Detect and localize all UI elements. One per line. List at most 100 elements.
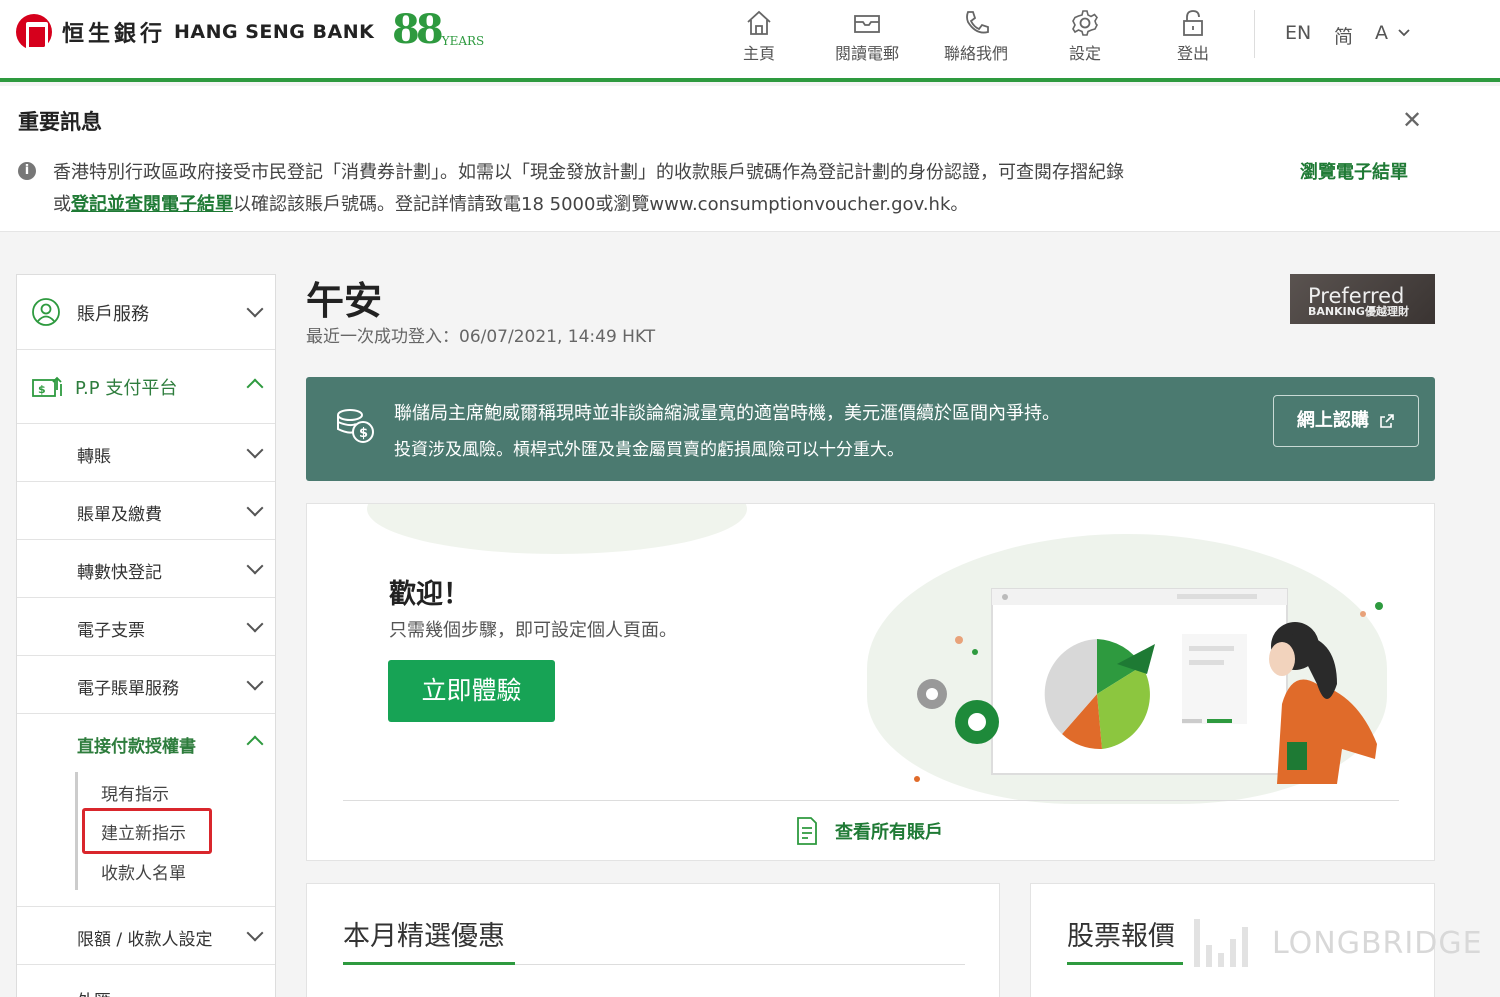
top-header: 恒生銀行 HANG SENG BANK 88 YEARS 主頁 閱讀電郵 聯絡我… — [0, 0, 1500, 82]
promotions-title: 本月精選優惠 — [343, 921, 505, 952]
browse-estatement-link[interactable]: 瀏覽電子結單 — [1300, 158, 1408, 184]
banner-headline: 聯儲局主席鮑威爾稱現時並非談論縮減量寬的適當時機，美元滙價續於區間內爭持。 — [394, 403, 1060, 424]
bank-logo[interactable]: 恒生銀行 HANG SENG BANK — [16, 14, 374, 50]
chevron-down-icon — [246, 441, 264, 459]
font-size-dropdown[interactable]: A — [1375, 22, 1388, 44]
info-icon: i — [18, 162, 36, 180]
chevron-down-icon — [246, 300, 264, 318]
money-transfer-icon: $ — [32, 376, 62, 397]
mail-icon — [854, 15, 880, 33]
bank-name-en: HANG SENG BANK — [174, 21, 375, 43]
banner-disclaimer: 投資涉及風險。槓桿式外匯及貴金屬買賣的虧損風險可以十分重大。 — [394, 440, 904, 460]
sidebar-item-bills[interactable]: 賬單及繳費 — [17, 482, 275, 540]
online-subscribe-label: 網上認購 — [1296, 410, 1369, 431]
preferred-banking-badge: Preferred BANKING優越理財 — [1290, 274, 1435, 324]
nav-settings-label: 設定 — [1068, 44, 1101, 63]
tab-underline — [1067, 962, 1183, 965]
chevron-up-icon — [246, 735, 264, 753]
monthly-promotions-card: 本月精選優惠 — [306, 883, 1000, 997]
anniversary-number: 88 — [392, 6, 444, 53]
try-now-button[interactable]: 立即體驗 — [388, 660, 555, 722]
notice-title: 重要訊息 — [18, 110, 102, 134]
welcome-card: 歡迎！ 只需幾個步驟，即可設定個人頁面。 立即體驗 查看所有賬戶 — [306, 503, 1435, 861]
welcome-title: 歡迎！ — [389, 579, 470, 610]
sidebar-label-direct-debit: 直接付款授權書 — [77, 737, 196, 757]
sidebar-label-fps: 轉數快登記 — [77, 563, 162, 583]
important-notice: 重要訊息 ✕ i 香港特別行政區政府接受市民登記「消費券計劃」。如需以「現金發放… — [0, 86, 1500, 232]
gear-icon — [1072, 10, 1098, 36]
nav-home[interactable]: 主頁 — [714, 8, 804, 64]
sidebar-item-fps[interactable]: 轉數快登記 — [17, 540, 275, 598]
sidebar-label-payment-platform: P.P 支付平台 — [75, 378, 178, 399]
subnav-indicator — [75, 772, 78, 890]
sidebar-label-account-services: 賬戶服務 — [77, 304, 149, 325]
nav-settings[interactable]: 設定 — [1040, 8, 1130, 64]
greeting-title: 午安 — [306, 279, 383, 323]
sidebar-item-echeque[interactable]: 電子支票 — [17, 598, 275, 656]
online-subscribe-button[interactable]: 網上認購 — [1273, 395, 1419, 447]
nav-contact-label: 聯絡我們 — [943, 44, 1008, 63]
sidebar-item-ebill[interactable]: 電子賬單服務 — [17, 656, 275, 714]
chevron-up-icon — [246, 378, 264, 396]
lang-sc-link[interactable]: 简 — [1334, 22, 1353, 49]
preferred-badge-subtitle: BANKING優越理財 — [1308, 305, 1409, 318]
highlight-annotation — [82, 808, 212, 854]
sidebar-item-transfer[interactable]: 轉賬 — [17, 424, 275, 482]
tab-underline — [343, 962, 515, 965]
lock-icon — [1183, 10, 1203, 36]
sidebar-label-echeque: 電子支票 — [77, 621, 145, 641]
chevron-down-icon — [246, 924, 264, 942]
register-estatement-link[interactable]: 登記並查閱電子結單 — [71, 194, 233, 215]
subnav-payee-list[interactable]: 收款人名單 — [101, 859, 186, 884]
bank-name-cn: 恒生銀行 — [62, 21, 167, 47]
sidebar-item-fx[interactable]: 外匯 — [17, 965, 275, 997]
sidebar-label-fx: 外匯 — [77, 987, 111, 997]
watermark: LONGBRIDGE — [1192, 915, 1483, 971]
welcome-subtitle: 只需幾個步驟，即可設定個人頁面。 — [389, 620, 677, 641]
anniversary-logo: 88 YEARS — [392, 10, 484, 50]
sidebar-label-bills: 賬單及繳費 — [77, 505, 162, 525]
stock-quotes-title: 股票報價 — [1067, 921, 1175, 952]
nav-contact[interactable]: 聯絡我們 — [931, 8, 1021, 64]
chevron-down-icon — [246, 499, 264, 517]
bank-logo-icon — [16, 14, 52, 50]
coins-icon: $ — [337, 409, 374, 443]
close-icon[interactable]: ✕ — [1402, 108, 1422, 132]
card-divider — [343, 800, 1399, 801]
sidebar-item-limit-settings[interactable]: 限額 / 收款人設定 — [17, 907, 275, 965]
sidebar-label-limit-settings: 限額 / 收款人設定 — [77, 930, 213, 950]
dashboard-illustration — [914, 588, 1383, 784]
chevron-down-icon — [246, 615, 264, 633]
view-all-accounts-label: 查看所有賬戶 — [835, 822, 943, 843]
document-icon — [797, 817, 817, 845]
preferred-badge-title: Preferred — [1308, 284, 1405, 308]
sidebar-label-ebill: 電子賬單服務 — [77, 679, 179, 699]
nav-logout[interactable]: 登出 — [1148, 8, 1238, 64]
sidebar-item-payment-platform[interactable]: $ P.P 支付平台 — [17, 350, 275, 424]
last-login-text: 最近一次成功登入：06/07/2021, 14:49 HKT — [306, 327, 656, 347]
chevron-down-icon — [246, 673, 264, 691]
notice-text-line1: 香港特別行政區政府接受市民登記「消費券計劃」。如需以「現金發放計劃」的收款賬戶號… — [53, 162, 1124, 183]
svg-text:$: $ — [38, 383, 46, 396]
svg-text:$: $ — [359, 426, 368, 441]
sidebar-item-account-services[interactable]: 賬戶服務 — [17, 275, 275, 350]
view-all-accounts-link[interactable]: 查看所有賬戶 — [795, 816, 943, 846]
chevron-down-icon[interactable] — [1397, 28, 1411, 38]
market-news-banner: $ 聯儲局主席鮑威爾稱現時並非談論縮減量寬的適當時機，美元滙價續於區間內爭持。 … — [306, 377, 1435, 481]
notice-text-suffix: 以確認該賬戶號碼。登記詳情請致電18 5000或瀏覽www.consumptio… — [233, 194, 969, 215]
external-link-icon — [1380, 414, 1394, 428]
chevron-down-icon — [246, 557, 264, 575]
nav-home-label: 主頁 — [742, 44, 775, 63]
subnav-existing-instructions[interactable]: 現有指示 — [101, 780, 169, 805]
home-icon — [747, 10, 771, 35]
nav-mail[interactable]: 閱讀電郵 — [822, 8, 912, 64]
lang-en-link[interactable]: EN — [1285, 22, 1311, 44]
watermark-text: LONGBRIDGE — [1272, 926, 1483, 961]
sidebar-label-transfer: 轉賬 — [77, 447, 111, 467]
notice-text-line2: 或登記並查閱電子結單以確認該賬戶號碼。登記詳情請致電18 5000或瀏覽www.… — [53, 190, 968, 216]
header-divider — [1254, 10, 1255, 58]
sidebar-nav: 賬戶服務 $ P.P 支付平台 轉賬 賬單及繳費 轉數快登記 電子支票 電子賬單… — [16, 274, 276, 997]
watermark-logo-icon — [1194, 919, 1248, 967]
user-icon — [32, 298, 60, 326]
nav-mail-label: 閱讀電郵 — [834, 44, 899, 63]
